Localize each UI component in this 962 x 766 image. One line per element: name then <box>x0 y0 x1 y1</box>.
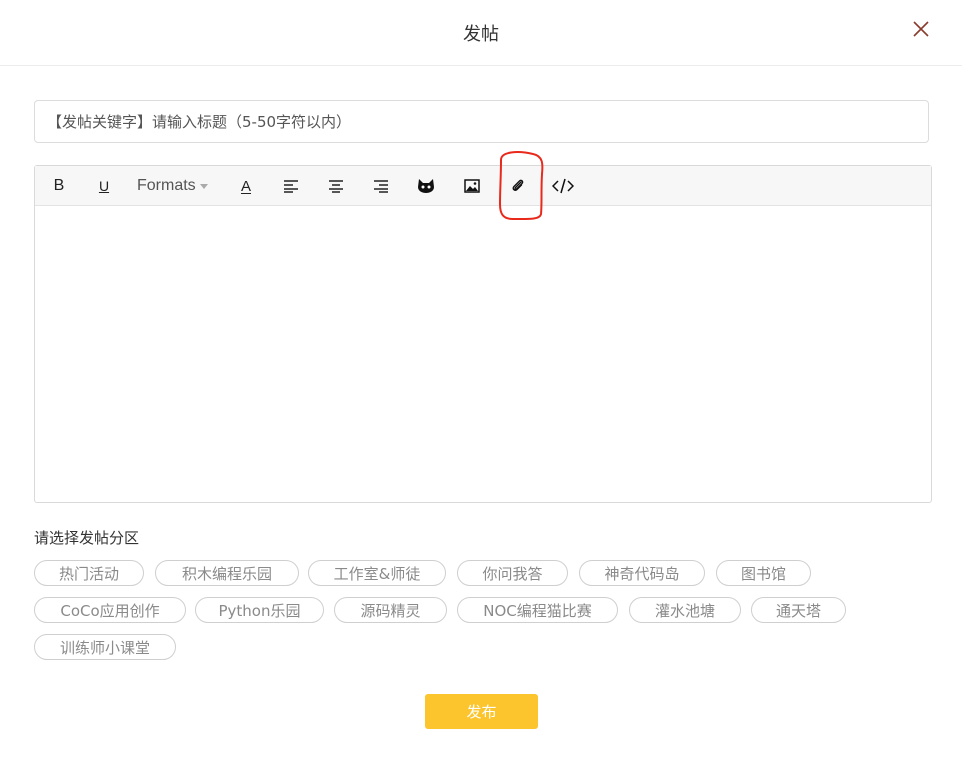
underline-button[interactable]: U <box>94 175 114 197</box>
category-tag[interactable]: 源码精灵 <box>334 597 447 623</box>
category-tag[interactable]: Python乐园 <box>195 597 324 623</box>
font-color-button[interactable]: A <box>235 175 257 197</box>
submit-button[interactable]: 发布 <box>425 694 538 729</box>
editor-content-area[interactable] <box>35 206 931 502</box>
title-input[interactable] <box>34 100 929 143</box>
bold-button[interactable]: B <box>49 175 69 197</box>
emoji-cat-icon[interactable] <box>415 175 437 197</box>
category-tag[interactable]: 图书馆 <box>716 560 811 586</box>
attachment-icon[interactable] <box>507 175 529 197</box>
category-tag[interactable]: 通天塔 <box>751 597 846 623</box>
align-left-icon[interactable] <box>280 175 302 197</box>
dialog-title: 发帖 <box>463 24 499 45</box>
category-section-label: 请选择发帖分区 <box>34 529 140 547</box>
image-icon[interactable] <box>461 175 483 197</box>
category-tag[interactable]: CoCo应用创作 <box>34 597 186 623</box>
category-tag[interactable]: 工作室&师徒 <box>308 560 446 586</box>
editor-toolbar: B U Formats A <box>35 166 931 206</box>
category-tag[interactable]: 积木编程乐园 <box>155 560 299 586</box>
dialog-header: 发帖 <box>0 0 962 66</box>
category-tag[interactable]: 神奇代码岛 <box>579 560 705 586</box>
chevron-down-icon <box>199 183 208 189</box>
category-tag[interactable]: 热门活动 <box>34 560 144 586</box>
category-tag[interactable]: 训练师小课堂 <box>34 634 176 660</box>
formats-label: Formats <box>137 177 196 194</box>
rich-text-editor: B U Formats A <box>34 165 932 503</box>
category-tag[interactable]: 你问我答 <box>457 560 568 586</box>
align-right-icon[interactable] <box>370 175 392 197</box>
code-icon[interactable] <box>550 175 576 197</box>
category-tag[interactable]: NOC编程猫比赛 <box>457 597 618 623</box>
category-tag[interactable]: 灌水池塘 <box>629 597 741 623</box>
align-center-icon[interactable] <box>325 175 347 197</box>
formats-dropdown[interactable]: Formats <box>137 175 213 197</box>
close-icon[interactable] <box>908 16 934 42</box>
